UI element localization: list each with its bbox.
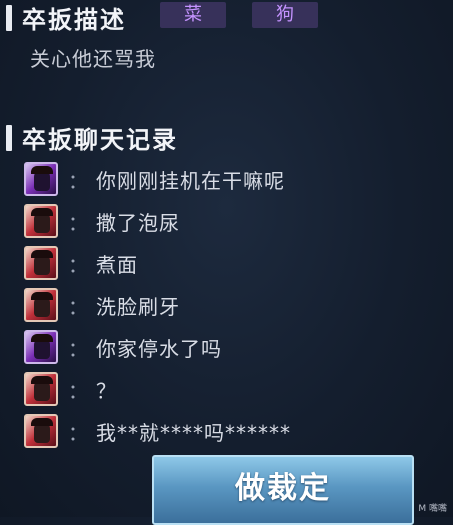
- message-text: 我**就****吗******: [96, 420, 291, 445]
- avatar[interactable]: [24, 204, 58, 238]
- tag-cai: 菜: [160, 2, 226, 28]
- message-text: 你家停水了吗: [96, 336, 222, 361]
- avatar[interactable]: [24, 162, 58, 196]
- chat-header: 卒扳聊天记录: [0, 120, 178, 155]
- chat-message: ： 你家停水了吗: [24, 330, 222, 364]
- chat-message: ： 洗脸刷牙: [24, 288, 180, 322]
- watermark: M 嘴嘴: [418, 504, 447, 514]
- tag-gou: 狗: [252, 2, 318, 28]
- avatar[interactable]: [24, 330, 58, 364]
- section-bar: [6, 124, 12, 151]
- avatar[interactable]: [24, 414, 58, 448]
- avatar[interactable]: [24, 246, 58, 280]
- chat-message: ： 你刚刚挂机在干嘛呢: [24, 162, 285, 196]
- section-bar: [6, 4, 12, 31]
- chat-message: ： 撒了泡尿: [24, 204, 180, 238]
- chat-message: ： ？: [24, 372, 117, 406]
- chat-message: ： 煮面: [24, 246, 138, 280]
- message-text: 洗脸刷牙: [96, 294, 180, 319]
- description-text: 关心他还骂我: [30, 47, 156, 71]
- decide-button[interactable]: 做裁定: [152, 455, 414, 525]
- message-text: 煮面: [96, 252, 138, 277]
- description-title: 卒扳描述: [22, 6, 126, 34]
- chat-title: 卒扳聊天记录: [22, 126, 178, 154]
- avatar[interactable]: [24, 372, 58, 406]
- chat-message: ： 我**就****吗******: [24, 414, 291, 448]
- message-text: 你刚刚挂机在干嘛呢: [96, 168, 285, 193]
- avatar[interactable]: [24, 288, 58, 322]
- message-text: 撒了泡尿: [96, 210, 180, 235]
- message-text: ？: [96, 378, 117, 403]
- description-header: 卒扳描述: [0, 0, 126, 35]
